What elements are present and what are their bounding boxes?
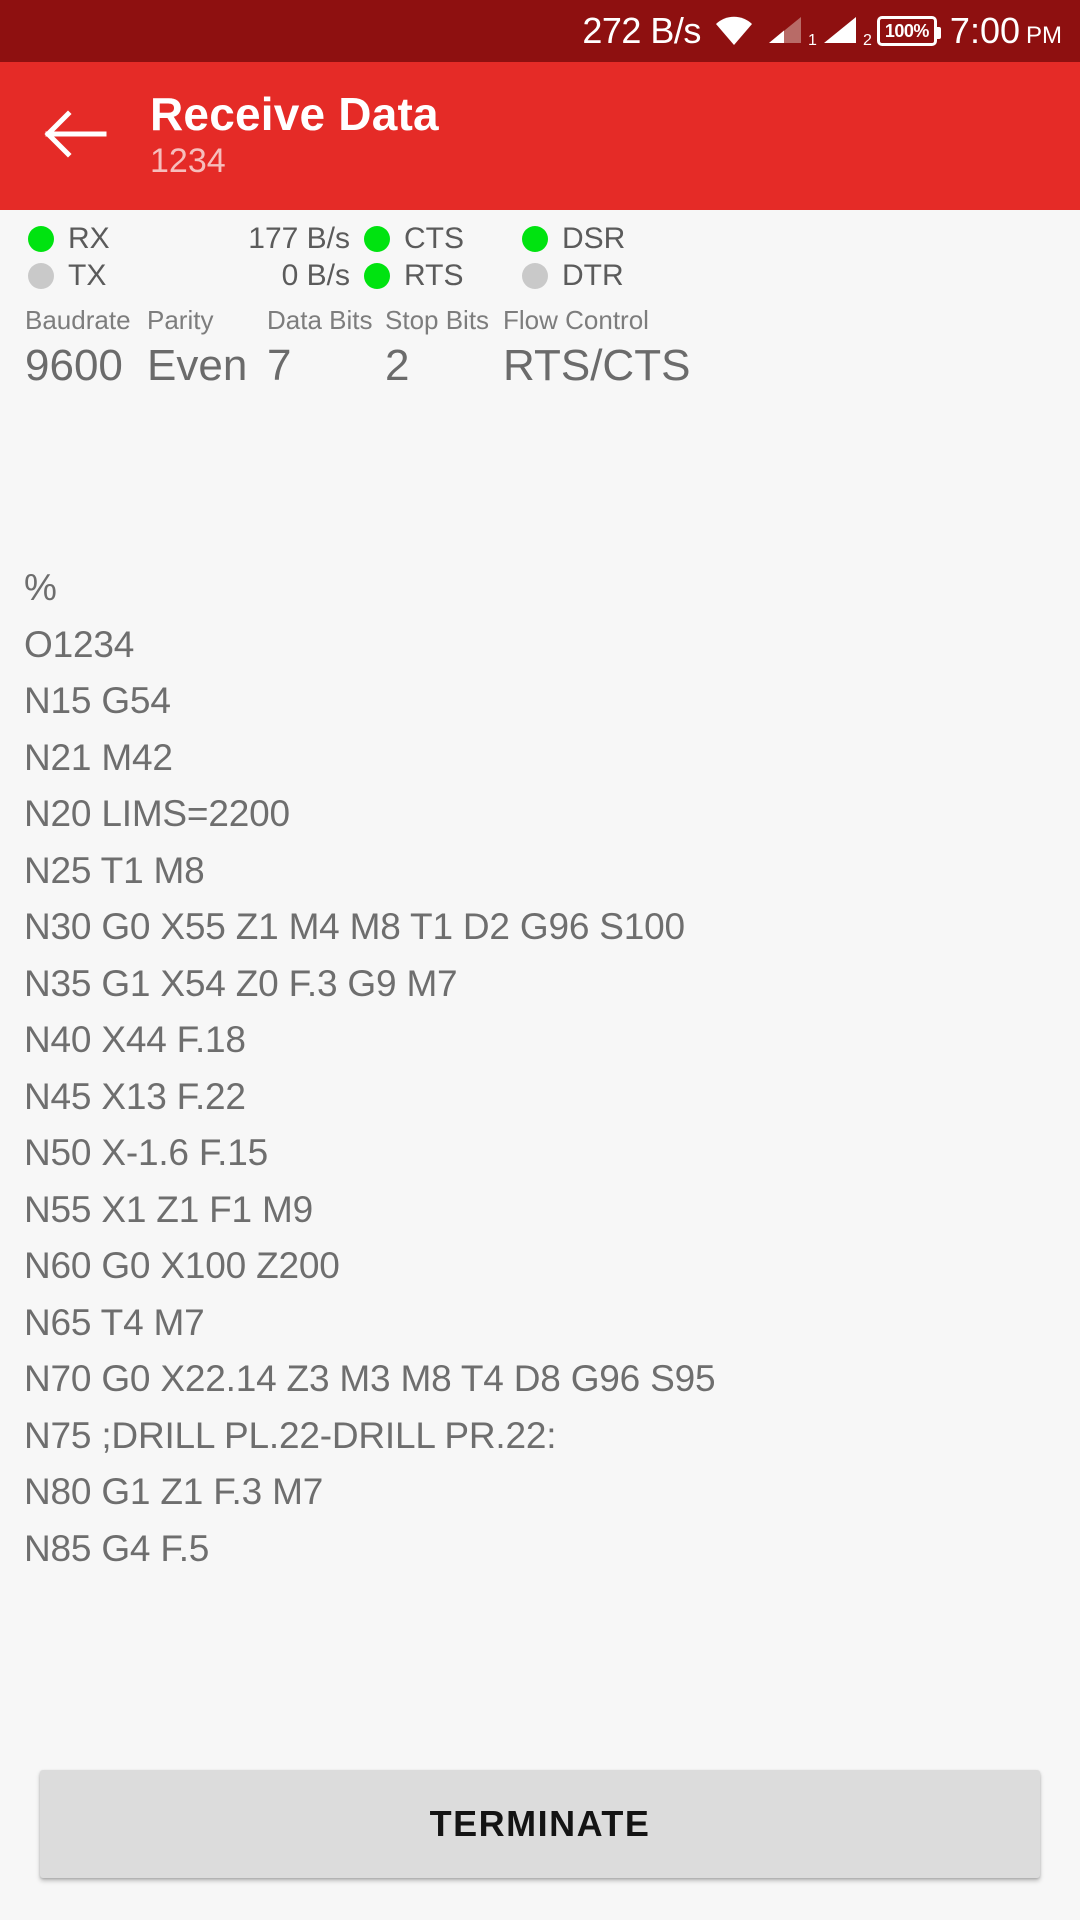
output-line: N35 G1 X54 Z0 F.3 G9 M7 [24,962,458,1004]
setting-data-bits: Data Bits 7 [267,305,385,393]
battery-icon: 100% [876,16,941,46]
receive-data-screen: 272 B/s 1 2 100% 7:00 PM Receive Data 12… [0,0,1080,1920]
network-speed-text: 272 B/s [582,10,701,51]
dsr-led-icon [522,225,548,252]
output-line: O1234 [24,623,135,665]
setting-parity: Parity Even [147,305,267,393]
output-line: N21 M42 [24,736,173,778]
dsr-label: DSR [562,221,626,255]
output-line: N50 X-1.6 F.15 [24,1132,269,1173]
setting-baudrate-label: Baudrate [25,305,131,335]
setting-flow-control-label: Flow Control [503,305,649,335]
indicator-rts: RTS [350,258,500,292]
indicator-rx: RX [0,221,150,255]
rx-rate-value: 177 B/s [248,221,350,255]
clock-time: 7:00 [949,10,1020,51]
back-arrow-icon [42,109,108,164]
status-clock: 7:00 PM [950,13,1062,49]
output-line: N40 X44 F.18 [24,1019,246,1060]
output-line: N80 G1 Z1 F.3 M7 [24,1471,324,1512]
indicator-dsr: DSR [500,221,650,255]
page-title: Receive Data [150,88,439,141]
setting-stop-bits: Stop Bits 2 [385,305,503,393]
signal-sim2-icon: 2 [822,15,872,49]
clock-ampm: PM [1026,22,1062,49]
indicator-cts: CTS [350,221,500,255]
cts-label: CTS [404,221,464,255]
output-line: N75 ;DRILL PL.22-DRILL PR.22: [24,1414,557,1456]
terminate-button[interactable]: TERMINATE [40,1770,1040,1878]
output-line: N70 G0 X22.14 Z3 M3 M8 T4 D8 G96 S95 [24,1358,716,1399]
footer-actions: TERMINATE [0,1770,1080,1878]
dtr-led-icon [522,262,548,289]
output-line: N85 G4 F.5 [24,1527,210,1569]
setting-baudrate: Baudrate 9600 [25,305,147,393]
setting-baudrate-value: 9600 [25,341,123,391]
system-status-bar: 272 B/s 1 2 100% 7:00 PM [0,0,1080,62]
rx-led-icon [28,225,54,252]
rts-led-icon [364,262,390,289]
output-line: N65 T4 M7 [24,1301,205,1343]
dtr-label: DTR [562,258,624,292]
cts-led-icon [364,225,390,252]
rx-rate: 177 B/s [150,221,350,255]
indicator-tx: TX [0,258,150,292]
tx-rate: 0 B/s [150,258,350,292]
battery-percent-text: 100% [884,21,930,41]
output-line: N20 LIMS=2200 [24,793,290,834]
setting-stop-bits-value: 2 [385,341,410,391]
signal-sim1-icon: 1 [767,15,817,49]
indicator-dtr: DTR [500,258,650,292]
output-line: % [24,567,57,608]
received-data-output[interactable]: % O1234 N15 G54 N21 M42 N20 LIMS=2200 N2… [0,560,1080,1750]
setting-parity-label: Parity [147,305,214,335]
app-bar: Receive Data 1234 [0,62,1080,210]
tx-rate-value: 0 B/s [281,258,350,292]
output-line: N30 G0 X55 Z1 M4 M8 T1 D2 G96 S100 [24,906,685,947]
tx-led-icon [28,262,54,289]
signal-sim1-label: 1 [808,32,817,49]
output-line: N15 G54 [24,680,171,721]
serial-settings-row: Baudrate 9600 Parity Even Data Bits 7 St… [0,305,1080,393]
setting-flow-control: Flow Control RTS/CTS [503,305,1080,393]
setting-parity-value: Even [147,341,248,391]
setting-stop-bits-label: Stop Bits [385,305,490,335]
page-subtitle: 1234 [150,142,226,181]
back-button[interactable] [0,62,150,210]
app-bar-titles: Receive Data 1234 [150,89,439,182]
rts-label: RTS [404,258,464,292]
connection-status-panel: RX 177 B/s CTS DSR TX 0 B/s RTS DTR Baud… [0,210,1080,430]
output-line: N55 X1 Z1 F1 M9 [24,1188,314,1230]
output-line: N60 G0 X100 Z200 [24,1245,340,1286]
setting-flow-control-value: RTS/CTS [503,341,691,391]
setting-data-bits-value: 7 [267,341,292,391]
signal-sim2-label: 2 [863,32,872,49]
output-line: N25 T1 M8 [24,849,205,891]
tx-label: TX [68,258,107,292]
led-indicator-grid: RX 177 B/s CTS DSR TX 0 B/s RTS DTR [0,220,1080,294]
setting-data-bits-label: Data Bits [267,305,373,335]
output-line: N45 X13 F.22 [24,1075,246,1117]
wifi-icon [714,16,754,46]
rx-label: RX [68,221,110,255]
